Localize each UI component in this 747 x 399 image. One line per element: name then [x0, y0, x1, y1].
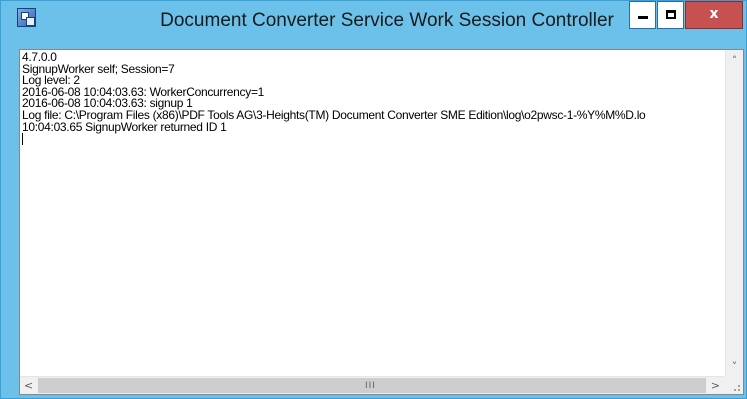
title-bar[interactable]: Document Converter Service Work Session … — [1, 1, 746, 42]
main-window: Document Converter Service Work Session … — [0, 0, 747, 399]
minimize-icon — [638, 16, 648, 19]
log-line: 10:04:03.65 SignupWorker returned ID 1 — [22, 119, 227, 134]
scroll-down-icon[interactable]: ˅ — [726, 358, 743, 375]
scroll-left-icon[interactable]: < — [20, 377, 37, 394]
window-title: Document Converter Service Work Session … — [160, 10, 614, 31]
maximize-button[interactable] — [657, 1, 684, 29]
resize-grip-icon[interactable] — [725, 376, 743, 394]
thumb-grip-icon: III — [365, 381, 376, 391]
horizontal-scrollbar[interactable]: < III > — [20, 376, 725, 394]
log-content[interactable]: 4.7.0.0 SignupWorker self; Session=7 Log… — [22, 52, 724, 374]
text-caret — [22, 133, 23, 146]
log-textbox[interactable]: 4.7.0.0 SignupWorker self; Session=7 Log… — [19, 49, 744, 395]
log-line: SignupWorker self; Session=7 — [22, 61, 175, 76]
app-window-icon[interactable] — [17, 8, 36, 27]
close-button[interactable]: x — [685, 1, 743, 29]
minimize-button[interactable] — [629, 1, 656, 29]
vertical-scrollbar[interactable]: ˄ ˅ — [725, 50, 743, 377]
scroll-right-icon[interactable]: > — [707, 377, 724, 394]
close-icon: x — [709, 6, 719, 22]
scroll-up-icon[interactable]: ˄ — [726, 52, 743, 69]
maximize-icon — [666, 10, 676, 19]
caret-line — [22, 133, 724, 146]
horizontal-scroll-thumb[interactable]: III — [38, 378, 706, 393]
